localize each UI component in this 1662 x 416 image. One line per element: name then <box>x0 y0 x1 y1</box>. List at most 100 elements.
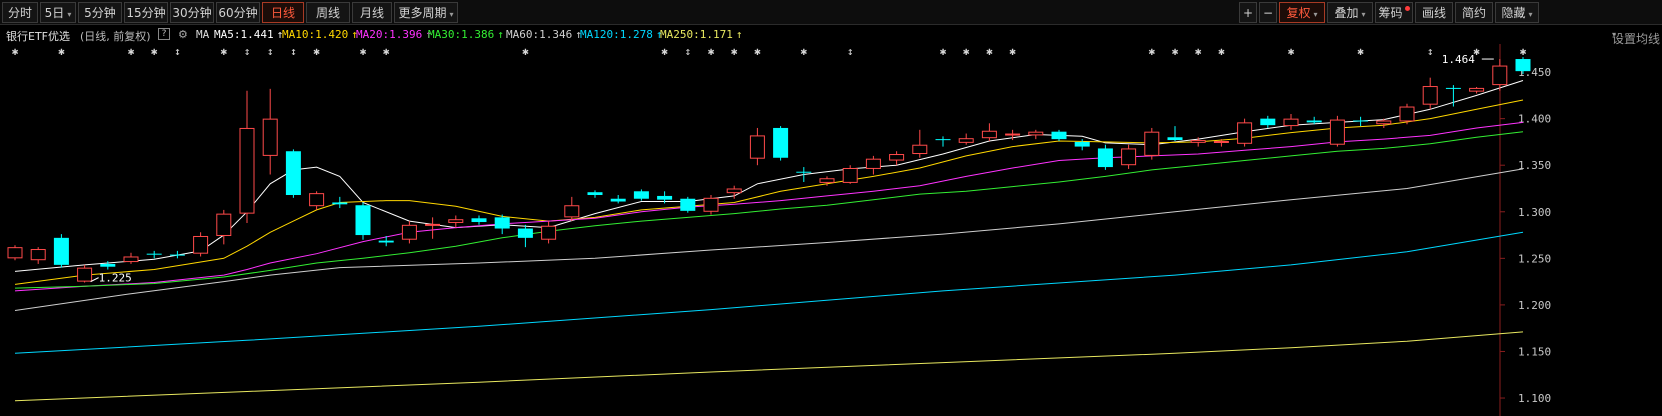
candle-body-up <box>7 247 23 259</box>
y-tick-label: 1.350 <box>1518 159 1551 172</box>
event-marker-icon: ✱ <box>12 45 19 58</box>
candle-body-down <box>1260 118 1276 126</box>
candle-body-up <box>1283 118 1299 127</box>
period-4-button[interactable]: 30分钟 <box>170 2 214 23</box>
candle-body-up <box>1190 140 1206 143</box>
candle-body-down <box>517 228 533 238</box>
caret-down-icon: ▾ <box>1612 30 1617 39</box>
tool-1-button[interactable]: − <box>1259 2 1277 23</box>
period-9-button[interactable]: 更多周期 ▾ <box>394 2 458 23</box>
tool-2-button[interactable]: 复权 ▾ <box>1279 2 1325 23</box>
candle-body-down <box>1353 120 1369 122</box>
event-marker-icon: ✱ <box>754 45 761 58</box>
event-marker-icon: ↕ <box>174 45 181 58</box>
period-5-button[interactable]: 60分钟 <box>216 2 260 23</box>
event-marker-icon: ↕ <box>1427 45 1434 58</box>
ma-legend-item: MA120:1.278 ↑ <box>580 28 663 41</box>
ma250-line <box>14 331 1524 402</box>
candle-body-down <box>1515 59 1531 72</box>
candle-body-down <box>332 202 348 205</box>
candle-body-up <box>30 249 46 261</box>
ma-label: MA <box>196 28 210 41</box>
candle-body-up <box>889 154 905 161</box>
event-marker-icon: ✱ <box>1473 45 1480 58</box>
event-marker-icon: ✱ <box>383 45 390 58</box>
tool-5-button[interactable]: 画线 <box>1415 2 1453 23</box>
candle-body-down <box>773 127 789 158</box>
candle-body-down <box>100 263 116 267</box>
caret-down-icon: ▾ <box>67 10 72 19</box>
tool-6-button[interactable]: 简约 <box>1455 2 1493 23</box>
period-8-button[interactable]: 月线 <box>352 2 392 23</box>
gear-icon[interactable]: ⚙ <box>178 28 188 41</box>
period-3-button[interactable]: 15分钟 <box>124 2 168 23</box>
candle-body-up <box>1005 133 1021 136</box>
tool-7-button[interactable]: 隐藏 ▾ <box>1495 2 1539 23</box>
candle-body-up <box>1121 148 1137 166</box>
y-tick-label: 1.150 <box>1518 345 1551 358</box>
period-1-button[interactable]: 5日 ▾ <box>40 2 76 23</box>
event-marker-icon: ✱ <box>1288 45 1295 58</box>
candle-body-up <box>262 118 278 156</box>
candle-body-up <box>239 127 255 214</box>
period-6-button[interactable]: 日线 <box>262 2 304 23</box>
y-tick-label: 1.250 <box>1518 252 1551 265</box>
event-marker-icon: ✱ <box>1520 45 1527 58</box>
candle-body-up <box>1329 119 1345 145</box>
candle-body-up <box>912 144 928 155</box>
candle-body-up <box>1399 106 1415 122</box>
caret-down-icon: ▾ <box>1528 10 1533 19</box>
event-marker-icon: ✱ <box>731 45 738 58</box>
event-marker-icon: ✱ <box>940 45 947 58</box>
candle-body-up <box>749 135 765 159</box>
candle-body-down <box>680 198 696 211</box>
event-marker-icon: ✱ <box>522 45 529 58</box>
security-name: 银行ETF优选 <box>6 30 70 43</box>
candle-body-up <box>401 224 417 240</box>
candle-body-up <box>1376 120 1392 125</box>
candle-body-up <box>425 223 441 226</box>
event-marker-icon: ✱ <box>986 45 993 58</box>
event-marker-icon: ✱ <box>800 45 807 58</box>
chart-toolbar: 分时 5日 ▾ 5分钟 15分钟 30分钟 60分钟 日线 周线 月线 更多周期 ▾ + − 复权 ▾ 叠加 ▾ 筹… <box>0 0 1662 25</box>
notification-dot <box>1404 6 1410 11</box>
candle-body-down <box>1306 120 1322 123</box>
event-marker-icon: ✱ <box>708 45 715 58</box>
candle-body-down <box>355 205 371 236</box>
help-icon[interactable]: ? <box>158 28 170 40</box>
ma-legend-item: MA20:1.396 ↑ <box>356 28 432 41</box>
candle-body-up <box>77 267 93 282</box>
candle-body-up <box>819 178 835 183</box>
event-marker-icon: ✱ <box>1357 45 1364 58</box>
candle-body-up <box>1469 87 1485 92</box>
event-marker-icon: ✱ <box>220 45 227 58</box>
period-7-button[interactable]: 周线 <box>306 2 350 23</box>
event-marker-icon: ↕ <box>684 45 691 58</box>
candlestick-chart[interactable]: 1.450 1.400 1.350 1.300 1.250 1.200 1.150 1.100… <box>0 44 1662 416</box>
candle-body-down <box>657 195 673 200</box>
ma-legend-item: MA10:1.420 ↑ <box>282 28 358 41</box>
candle-body-down <box>378 240 394 243</box>
event-marker-icon: ✱ <box>963 45 970 58</box>
candle-body-up <box>448 219 464 223</box>
chart-mode-label: (日线, 前复权) <box>80 30 151 43</box>
period-2-button[interactable]: 5分钟 <box>78 2 122 23</box>
y-tick-label: 1.300 <box>1518 206 1551 219</box>
chart-canvas[interactable]: 1.4501.4001.3501.3001.2501.2001.1501.100… <box>0 44 1662 416</box>
event-marker-icon: ✱ <box>1148 45 1155 58</box>
tool-3-button[interactable]: 叠加 ▾ <box>1327 2 1373 23</box>
candle-body-down <box>796 171 812 173</box>
candle-body-up <box>958 138 974 143</box>
candle-body-down <box>494 217 510 229</box>
event-marker-icon: ✱ <box>1009 45 1016 58</box>
tool-4-button[interactable]: 筹码 <box>1375 2 1413 23</box>
candle-body-up <box>865 158 881 169</box>
period-0-button[interactable]: 分时 <box>2 2 38 23</box>
candle-body-up <box>703 197 719 212</box>
candle-body-up <box>1492 65 1508 86</box>
candle-body-down <box>169 254 185 256</box>
tool-0-button[interactable]: + <box>1239 2 1257 23</box>
event-marker-icon: ✱ <box>1195 45 1202 58</box>
candle-body-down <box>53 237 69 265</box>
event-marker-icon: ✱ <box>1172 45 1179 58</box>
